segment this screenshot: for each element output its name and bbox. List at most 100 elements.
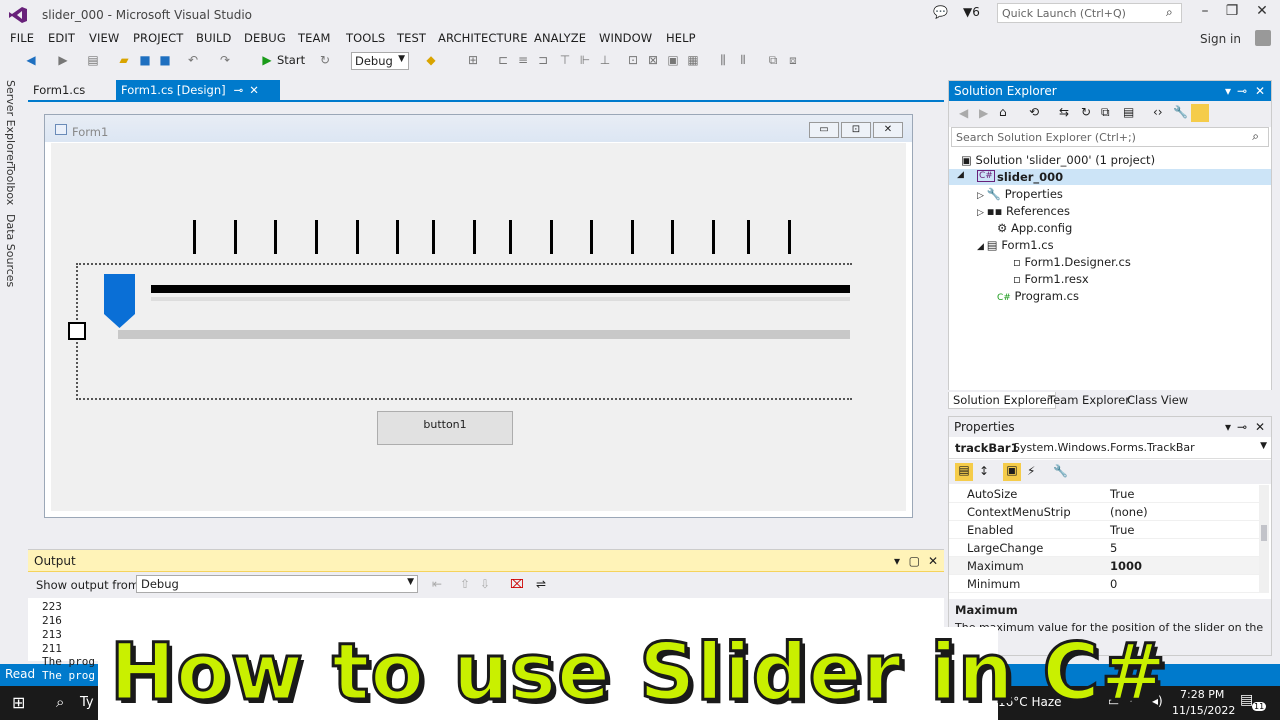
send-back-icon[interactable]: ⧈ xyxy=(786,53,800,67)
close-icon[interactable]: ✕ xyxy=(1255,84,1265,98)
menu-tools[interactable]: TOOLS xyxy=(346,31,385,45)
menu-architecture[interactable]: ARCHITECTURE xyxy=(438,31,528,45)
prop-value[interactable]: 5 xyxy=(1110,541,1117,555)
view-code-icon[interactable]: ‹› xyxy=(1153,105,1163,119)
solution-search-input[interactable]: Search Solution Explorer (Ctrl+;) xyxy=(951,127,1269,147)
tab-solution-explorer[interactable]: Solution Explorer xyxy=(948,392,1057,409)
tree-item-app-config[interactable]: ⚙ App.config xyxy=(997,221,1072,235)
size-both-icon[interactable]: ▣ xyxy=(666,53,680,67)
align-grid-icon[interactable]: ⊞ xyxy=(466,53,480,67)
dropdown-icon[interactable]: ▾ xyxy=(1225,420,1231,434)
menu-build[interactable]: BUILD xyxy=(196,31,231,45)
scrollbar-thumb[interactable] xyxy=(1261,525,1267,541)
properties-scrollbar[interactable] xyxy=(1259,485,1269,593)
bring-front-icon[interactable]: ⧉ xyxy=(766,53,780,67)
dropdown-icon[interactable]: ▾ xyxy=(1225,84,1231,98)
next-message-icon[interactable]: ⇩ xyxy=(480,577,490,591)
form-close-button[interactable]: ✕ xyxy=(873,122,903,138)
restore-button[interactable]: ❐ xyxy=(1220,3,1244,23)
find-icon[interactable]: ◆ xyxy=(424,53,438,67)
back-icon[interactable]: ◀ xyxy=(959,106,968,120)
menu-debug[interactable]: DEBUG xyxy=(244,31,286,45)
tree-item-form1-cs[interactable]: ◢ ▤ Form1.cs xyxy=(977,238,1054,252)
account-icon[interactable] xyxy=(1255,30,1271,46)
menu-team[interactable]: TEAM xyxy=(298,31,330,45)
tree-item-program-cs[interactable]: C# Program.cs xyxy=(997,289,1079,303)
previous-message-icon[interactable]: ⇧ xyxy=(460,577,470,591)
save-all-icon[interactable]: ■ xyxy=(158,53,172,67)
menu-edit[interactable]: EDIT xyxy=(48,31,75,45)
menu-help[interactable]: HELP xyxy=(666,31,696,45)
find-message-icon[interactable]: ⇤ xyxy=(432,577,442,591)
tree-item-form1-designer[interactable]: ▫ Form1.Designer.cs xyxy=(1013,255,1131,269)
menu-test[interactable]: TEST xyxy=(397,31,426,45)
tab-class-view[interactable]: Class View xyxy=(1123,392,1192,408)
align-middle-icon[interactable]: ⊩ xyxy=(578,53,592,67)
maximize-icon[interactable]: ▢ xyxy=(909,554,920,568)
close-button[interactable]: ✕ xyxy=(1250,3,1274,23)
prop-value[interactable]: True xyxy=(1110,487,1134,501)
output-source-select[interactable]: Debug ▼ xyxy=(136,575,418,593)
close-tab-icon[interactable]: ✕ xyxy=(249,83,259,97)
prop-row-autosize[interactable]: AutoSize True xyxy=(949,485,1259,503)
close-icon[interactable]: ✕ xyxy=(928,554,938,568)
word-wrap-icon[interactable]: ⇌ xyxy=(536,577,546,591)
data-sources-tab[interactable]: Data Sources xyxy=(4,214,17,287)
categorized-icon[interactable]: ▤ xyxy=(955,463,973,481)
prop-row-enabled[interactable]: Enabled True xyxy=(949,521,1259,539)
refresh-icon[interactable]: ↻ xyxy=(318,53,332,67)
menu-window[interactable]: WINDOW xyxy=(599,31,652,45)
quick-launch-input[interactable]: Quick Launch (Ctrl+Q) xyxy=(997,3,1182,23)
prop-row-maximum[interactable]: Maximum 1000 xyxy=(949,557,1259,575)
tab-form1-cs[interactable]: Form1.cs xyxy=(28,80,114,100)
align-bottom-icon[interactable]: ⊥ xyxy=(598,53,612,67)
spacing-equal-icon[interactable]: ⫴ xyxy=(736,53,750,67)
properties-view-icon[interactable]: ▣ xyxy=(1003,463,1021,481)
prop-row-largechange[interactable]: LargeChange 5 xyxy=(949,539,1259,557)
server-explorer-tab[interactable]: Server Explorer xyxy=(4,80,17,165)
prop-row-contextmenustrip[interactable]: ContextMenuStrip (none) xyxy=(949,503,1259,521)
form-maximize-button[interactable]: ⊡ xyxy=(841,122,871,138)
properties-icon[interactable]: 🔧 xyxy=(1173,105,1188,119)
tree-item-project-selected[interactable]: ◢ C# slider_000 xyxy=(949,169,1271,185)
size-width-icon[interactable]: ⊡ xyxy=(626,53,640,67)
prop-row-minimum[interactable]: Minimum 0 xyxy=(949,575,1259,593)
forward-icon[interactable]: ▶ xyxy=(979,106,988,120)
form-minimize-button[interactable]: ▭ xyxy=(809,122,839,138)
align-right-icon[interactable]: ⊐ xyxy=(536,53,550,67)
tree-item-form1-resx[interactable]: ▫ Form1.resx xyxy=(1013,272,1089,286)
spacing-horizontal-icon[interactable]: ⫼ xyxy=(716,53,730,67)
preview-icon[interactable] xyxy=(1191,104,1209,122)
tab-form1-design[interactable]: Form1.cs [Design] ⊸ ✕ xyxy=(116,80,280,100)
start-icon[interactable]: ▶ xyxy=(260,53,274,67)
alphabetical-icon[interactable]: ↕ xyxy=(979,464,989,478)
menu-file[interactable]: FILE xyxy=(10,31,34,45)
open-file-icon[interactable]: ▰ xyxy=(117,53,131,67)
events-icon[interactable]: ⚡ xyxy=(1027,464,1035,478)
pin-icon[interactable]: ⊸ xyxy=(234,83,244,97)
windows-start-icon[interactable]: ⊞ xyxy=(12,693,25,712)
save-icon[interactable]: ■ xyxy=(138,53,152,67)
clear-all-icon[interactable]: ⌧ xyxy=(510,577,524,591)
prop-value[interactable]: 0 xyxy=(1110,577,1117,591)
feedback-icon[interactable]: 💬 xyxy=(933,5,948,19)
search-icon[interactable]: ⌕ xyxy=(56,693,64,711)
menu-project[interactable]: PROJECT xyxy=(133,31,183,45)
refresh-icon[interactable]: ↻ xyxy=(1081,105,1091,119)
tab-team-explorer[interactable]: Team Explorer xyxy=(1044,392,1134,408)
menu-analyze[interactable]: ANALYZE xyxy=(534,31,586,45)
notifications[interactable]: ▼6 xyxy=(963,5,980,19)
close-icon[interactable]: ✕ xyxy=(1255,420,1265,434)
pending-changes-icon[interactable]: ⇆ xyxy=(1059,105,1069,119)
taskbar-search-input[interactable]: Ty xyxy=(80,695,94,710)
prop-value[interactable]: True xyxy=(1110,523,1134,537)
object-selector[interactable]: trackBar1 System.Windows.Forms.TrackBar ▼ xyxy=(949,437,1271,459)
new-project-icon[interactable]: ▤ xyxy=(86,53,100,67)
align-top-icon[interactable]: ⊤ xyxy=(558,53,572,67)
forward-icon[interactable]: ▶ xyxy=(56,53,70,67)
trackbar-thumb[interactable] xyxy=(104,274,135,328)
start-button[interactable]: Start xyxy=(277,53,305,67)
redo-icon[interactable]: ↷ xyxy=(218,53,232,67)
dropdown-icon[interactable]: ▾ xyxy=(894,554,900,568)
tree-item-references[interactable]: ▷ ▪▪ References xyxy=(977,204,1070,218)
